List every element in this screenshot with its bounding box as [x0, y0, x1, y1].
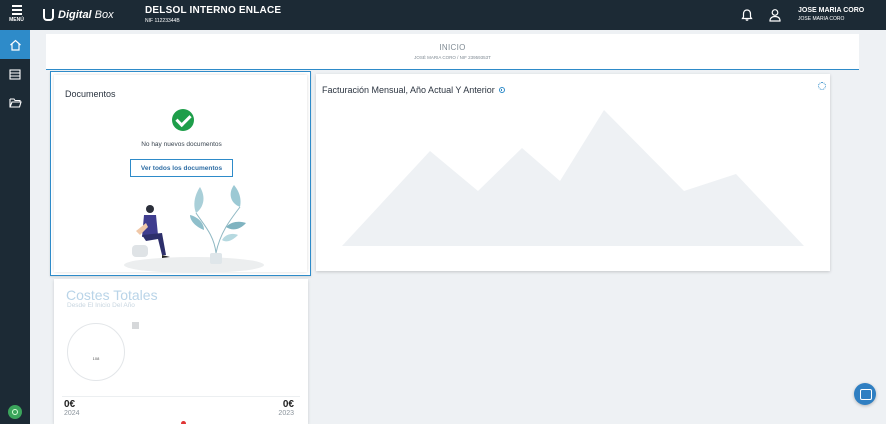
- donut-center-value: 108: [92, 356, 100, 361]
- cost-current-year: 0€ 2024: [64, 399, 80, 417]
- folder-icon: [8, 98, 22, 108]
- menu-button[interactable]: MENÚ: [0, 0, 33, 30]
- page-title: INICIO: [439, 43, 466, 52]
- user-name: JOSE MARIA CORO: [798, 7, 865, 14]
- company-name: DELSOL INTERNO ENLACE: [145, 5, 282, 16]
- costes-title: Costes Totales: [66, 287, 158, 303]
- logo-icon: [43, 9, 54, 21]
- company-nif: NIF 11223344B: [145, 18, 180, 24]
- facturacion-card: Facturación Mensual, Año Actual Y Anteri…: [316, 74, 830, 271]
- facturacion-title: Facturación Mensual, Año Actual Y Anteri…: [322, 85, 495, 95]
- person-with-plant-illustration: [124, 185, 264, 273]
- page-header: INICIO JOSÉ MARIA CORO / NIF 23959353T: [46, 34, 859, 70]
- cost-previous-year: 0€ 2023: [278, 399, 294, 417]
- sidebar: [0, 30, 30, 424]
- status-icon[interactable]: [8, 405, 22, 419]
- costes-subtitle: Desde El Inicio Del Año: [67, 302, 135, 309]
- user-menu[interactable]: JOSE MARIA CORO JOSE MARIA CORO: [798, 7, 864, 22]
- bell-icon[interactable]: [740, 8, 754, 22]
- hamburger-icon: [12, 5, 22, 17]
- legend-swatch: [132, 322, 139, 329]
- check-icon: [172, 109, 194, 131]
- logo-brand: Digital: [58, 9, 92, 21]
- chat-support-button[interactable]: [854, 383, 876, 405]
- company-selector[interactable]: DELSOL INTERNO ENLACE NIF 11223344B: [145, 5, 281, 24]
- chart-placeholder-mountains: [342, 110, 804, 246]
- sidebar-item-documents[interactable]: [0, 60, 30, 89]
- sidebar-item-home[interactable]: [0, 30, 30, 59]
- gear-icon[interactable]: [818, 82, 826, 90]
- page-subtitle: JOSÉ MARIA CORO / NIF 23959353T: [414, 55, 491, 60]
- home-icon: [9, 39, 21, 51]
- user-subname: JOSE MARIA CORO: [798, 16, 845, 22]
- documentos-title: Documentos: [65, 89, 116, 99]
- info-icon[interactable]: [498, 87, 505, 93]
- documentos-card: Documentos No hay nuevos documentos Ver …: [50, 71, 311, 276]
- user-icon[interactable]: [768, 8, 782, 22]
- costes-donut-chart: 108: [67, 323, 125, 381]
- empty-documents-text: No hay nuevos documentos: [141, 141, 222, 148]
- costes-card: Costes Totales Desde El Inicio Del Año 1…: [54, 279, 308, 424]
- digital-box-logo[interactable]: Digital Box: [43, 8, 114, 22]
- logo-suffix: Box: [91, 9, 114, 21]
- menu-label: MENÚ: [9, 17, 24, 23]
- top-bar: MENÚ Digital Box DELSOL INTERNO ENLACE N…: [0, 0, 886, 30]
- sidebar-item-folders[interactable]: [0, 88, 30, 117]
- documents-list-icon: [9, 69, 21, 80]
